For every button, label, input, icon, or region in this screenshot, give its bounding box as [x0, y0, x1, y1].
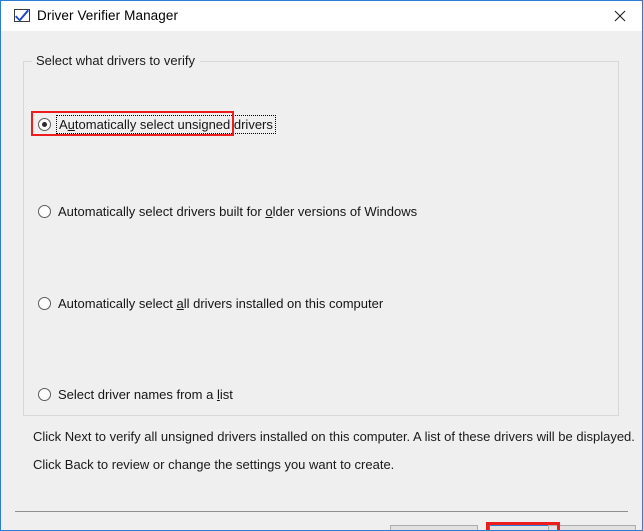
back-button[interactable]: < Back	[390, 525, 478, 530]
dialog-client-area: Select what drivers to verify Automatica…	[2, 31, 641, 530]
radio-indicator	[38, 296, 51, 310]
footer-separator	[15, 511, 628, 512]
radio-label: Automatically select drivers built for o…	[58, 203, 418, 219]
title-bar: Driver Verifier Manager	[1, 1, 642, 31]
radio-label: Automatically select unsigned drivers	[56, 114, 276, 134]
driver-verifier-manager-window: Driver Verifier Manager Select what driv…	[0, 0, 643, 531]
radio-label: Select driver names from a list	[58, 386, 233, 402]
radio-indicator	[38, 117, 51, 131]
radio-automatically-select-unsigned-drivers[interactable]: Automatically select unsigned drivers	[38, 114, 276, 134]
radio-select-driver-names-from-list[interactable]: Select driver names from a list	[38, 384, 233, 404]
radio-indicator	[38, 204, 51, 218]
description-line-2: Click Back to review or change the setti…	[33, 457, 395, 472]
close-icon[interactable]	[597, 1, 642, 30]
cancel-button[interactable]: Cancel	[548, 525, 636, 530]
radio-label: Automatically select all drivers install…	[58, 295, 384, 311]
radio-indicator	[38, 387, 51, 401]
groupbox-label: Select what drivers to verify	[32, 53, 200, 68]
radio-automatically-select-all-drivers[interactable]: Automatically select all drivers install…	[38, 293, 383, 313]
radio-automatically-select-older-windows-drivers[interactable]: Automatically select drivers built for o…	[38, 201, 417, 221]
driver-verifier-icon	[14, 9, 30, 24]
window-title: Driver Verifier Manager	[37, 8, 179, 23]
description-line-1: Click Next to verify all unsigned driver…	[33, 429, 635, 444]
